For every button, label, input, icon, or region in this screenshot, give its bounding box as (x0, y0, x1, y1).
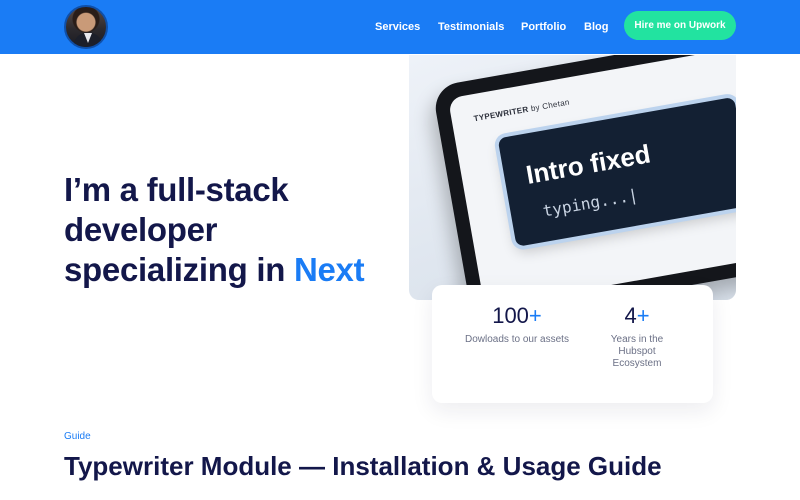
nav-item-testimonials[interactable]: Testimonials (438, 0, 504, 54)
typewriter-title-text: Intro fixed (523, 138, 653, 190)
stats-card: 100+ Dowloads to our assets 4+ Years in … (432, 285, 713, 403)
hero-image: TYPEWRITER by Chetan Intro fixed typing.… (409, 55, 736, 300)
top-nav-bar: Services Testimonials Portfolio Blog Hir… (0, 0, 800, 54)
nav-testimonials-link[interactable]: Testimonials (438, 21, 504, 33)
stat-downloads-label: Dowloads to our assets (465, 334, 569, 345)
stat-downloads: 100+ Dowloads to our assets (458, 303, 576, 346)
stat-downloads-value: 100 (492, 303, 529, 328)
typewriter-typing-text: typing...| (541, 185, 640, 221)
stat-years-label: Years in the Hubspot Ecosystem (610, 334, 664, 369)
typewriter-brand-by: by Chetan (530, 97, 571, 114)
stat-years-value: 4 (624, 303, 637, 328)
typewriter-brand: TYPEWRITER by Chetan (473, 98, 570, 124)
nav-item-services[interactable]: Services (375, 0, 420, 54)
stat-years-suffix: + (636, 303, 650, 328)
nav-portfolio-link[interactable]: Portfolio (521, 21, 566, 33)
hire-upwork-button[interactable]: Hire me on Upwork (624, 11, 736, 40)
hero-heading-main: I’m a full-stack developer specializing … (64, 171, 289, 288)
tablet-illustration: TYPEWRITER by Chetan Intro fixed typing.… (431, 55, 736, 300)
stat-years: 4+ Years in the Hubspot Ecosystem (582, 303, 692, 370)
nav-services-link[interactable]: Services (375, 21, 420, 33)
typewriter-brand-name: TYPEWRITER (473, 104, 530, 124)
stat-years-number: 4+ (582, 303, 692, 329)
nav-item-portfolio[interactable]: Portfolio (521, 0, 566, 54)
guide-title: Typewriter Module — Installation & Usage… (64, 451, 662, 481)
hero-heading-accent: Next (293, 251, 365, 288)
stat-downloads-number: 100+ (458, 303, 576, 329)
avatar[interactable] (64, 5, 108, 49)
nav-item-blog[interactable]: Blog (584, 0, 608, 54)
nav-blog-link[interactable]: Blog (584, 21, 608, 33)
typewriter-preview-box: Intro fixed typing...| (497, 96, 736, 247)
stat-downloads-suffix: + (528, 303, 542, 328)
tablet-screen: TYPEWRITER by Chetan Intro fixed typing.… (447, 55, 736, 300)
guide-eyebrow: Guide (64, 431, 91, 442)
hero-heading: I’m a full-stack developer specializing … (64, 170, 409, 290)
